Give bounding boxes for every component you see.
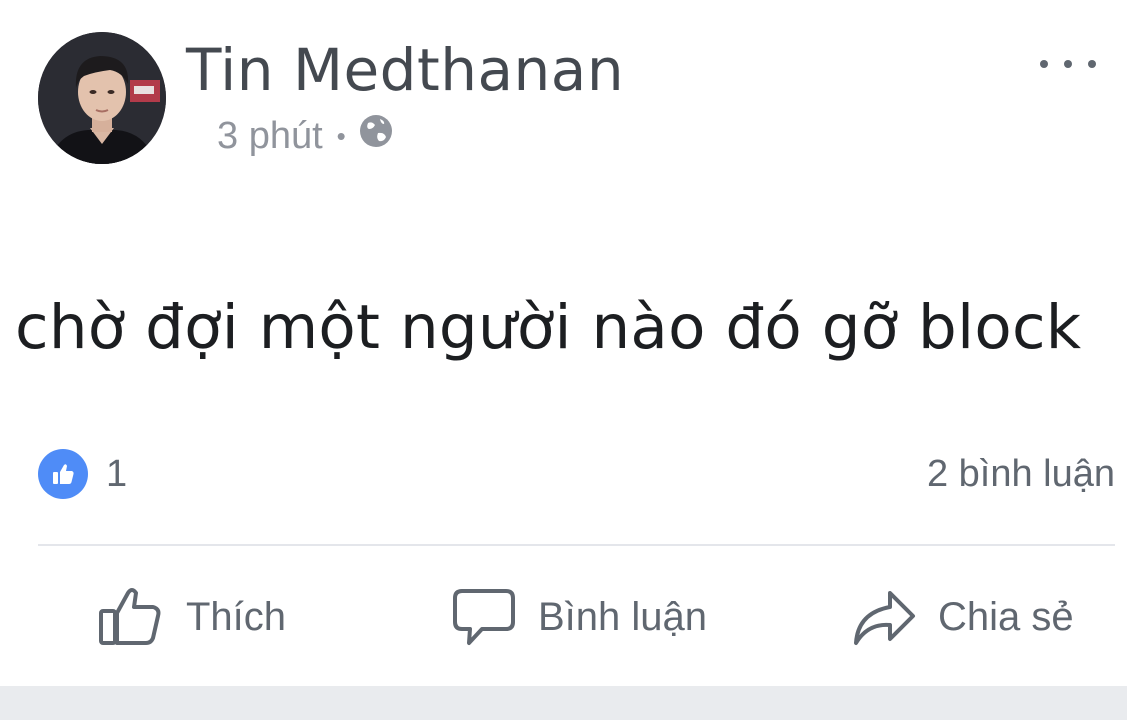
comment-bubble-icon <box>452 587 516 647</box>
reaction-count: 1 <box>106 452 128 495</box>
avatar[interactable] <box>38 32 166 164</box>
share-arrow-icon <box>852 587 916 647</box>
more-options-button[interactable] <box>1040 52 1096 76</box>
divider <box>38 544 1115 546</box>
more-dot-icon <box>1064 60 1072 68</box>
like-reaction-icon <box>38 449 88 499</box>
meta-separator: • <box>336 120 346 151</box>
like-label: Thích <box>186 594 287 639</box>
author-name[interactable]: Tin Medthanan <box>186 36 624 104</box>
feed-post: Tin Medthanan 3 phút • chờ đợi một người… <box>0 0 1127 720</box>
comment-button[interactable]: Bình luận <box>452 584 707 650</box>
post-text: chờ đợi một người nào đó gỡ block <box>15 292 1082 363</box>
thumbs-up-icon <box>98 585 164 649</box>
comment-label: Bình luận <box>538 594 708 639</box>
more-dot-icon <box>1040 60 1048 68</box>
like-button[interactable]: Thích <box>98 584 286 650</box>
share-button[interactable]: Chia sẻ <box>852 584 1074 650</box>
globe-icon[interactable] <box>358 113 394 159</box>
share-label: Chia sẻ <box>938 594 1074 639</box>
reaction-summary[interactable]: 1 <box>38 448 127 500</box>
post-meta: 3 phút • <box>217 113 394 159</box>
more-dot-icon <box>1088 60 1096 68</box>
post-timestamp[interactable]: 3 phút <box>217 115 323 158</box>
feed-separator-bar <box>0 686 1127 720</box>
comment-count[interactable]: 2 bình luận <box>927 449 1115 499</box>
avatar-image <box>38 32 166 164</box>
